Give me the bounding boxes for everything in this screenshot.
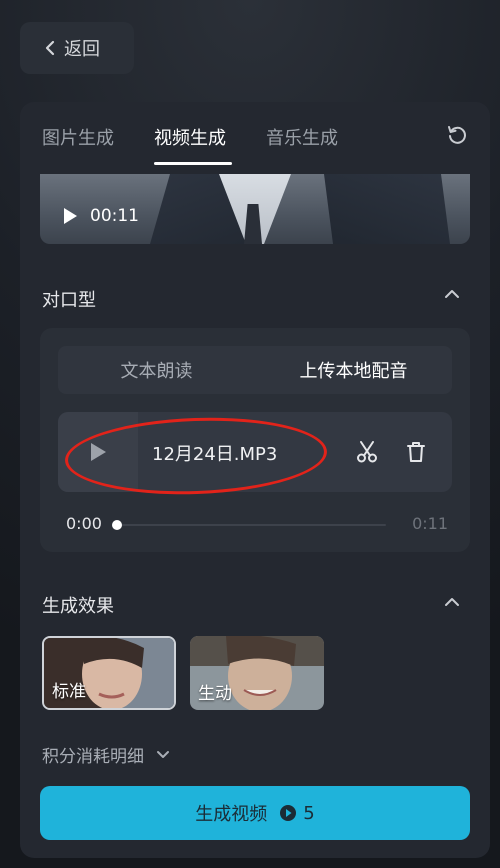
generation-panel: 图片生成 视频生成 音乐生成 00:11 对口型 文本朗读 上传本地配音 12月… <box>20 102 490 858</box>
generate-label: 生成视频 <box>195 804 268 825</box>
audio-time-total: 0:11 <box>412 514 448 533</box>
cost-details-label: 积分消耗明细 <box>42 747 144 767</box>
chevron-down-icon <box>157 750 169 758</box>
mode-text-to-speech[interactable]: 文本朗读 <box>58 346 255 394</box>
audio-progress-track[interactable] <box>114 524 386 526</box>
video-duration: 00:11 <box>90 206 139 226</box>
audio-progress-knob[interactable] <box>112 520 122 530</box>
scissors-icon[interactable] <box>356 440 378 464</box>
lipsync-card: 文本朗读 上传本地配音 12月24日.MP3 0:00 0:11 <box>40 328 470 552</box>
effect-standard[interactable]: 标准 <box>42 636 176 710</box>
generate-video-button[interactable]: 生成视频 5 <box>40 786 470 840</box>
preview-suit-right <box>324 174 450 244</box>
mode-upload-audio[interactable]: 上传本地配音 <box>255 346 452 394</box>
lipsync-title: 对口型 <box>42 290 96 311</box>
chevron-up-icon[interactable] <box>444 288 460 300</box>
tab-video-generation[interactable]: 视频生成 <box>154 124 226 150</box>
effects-title: 生成效果 <box>42 596 114 617</box>
effect-standard-label: 标准 <box>52 682 86 702</box>
lipsync-mode-toggle: 文本朗读 上传本地配音 <box>58 346 452 394</box>
audio-file-row: 12月24日.MP3 <box>58 412 452 492</box>
video-play-control[interactable]: 00:11 <box>62 206 139 226</box>
play-icon <box>91 443 106 461</box>
back-button[interactable]: 返回 <box>20 22 134 74</box>
effect-vivid-label: 生动 <box>198 684 232 704</box>
audio-play-button[interactable] <box>58 412 138 492</box>
chevron-up-icon[interactable] <box>444 596 460 608</box>
video-preview[interactable]: 00:11 <box>40 174 470 244</box>
audio-time-current: 0:00 <box>66 514 102 533</box>
back-label: 返回 <box>64 39 100 60</box>
cost-details-toggle[interactable]: 积分消耗明细 <box>42 742 170 767</box>
trash-icon[interactable] <box>406 440 426 464</box>
effect-vivid[interactable]: 生动 <box>190 636 324 710</box>
tab-music-generation[interactable]: 音乐生成 <box>266 124 338 150</box>
credit-amount: 5 <box>303 802 315 824</box>
credit-cost: 5 <box>279 802 315 824</box>
play-icon <box>64 208 77 224</box>
reset-icon[interactable] <box>446 124 468 146</box>
audio-file-name: 12月24日.MP3 <box>152 444 278 465</box>
credit-icon <box>280 805 297 821</box>
active-tab-indicator <box>154 162 232 165</box>
tab-bar: 图片生成 视频生成 音乐生成 <box>20 102 490 168</box>
chevron-left-icon <box>45 40 55 56</box>
tab-image-generation[interactable]: 图片生成 <box>42 124 114 150</box>
